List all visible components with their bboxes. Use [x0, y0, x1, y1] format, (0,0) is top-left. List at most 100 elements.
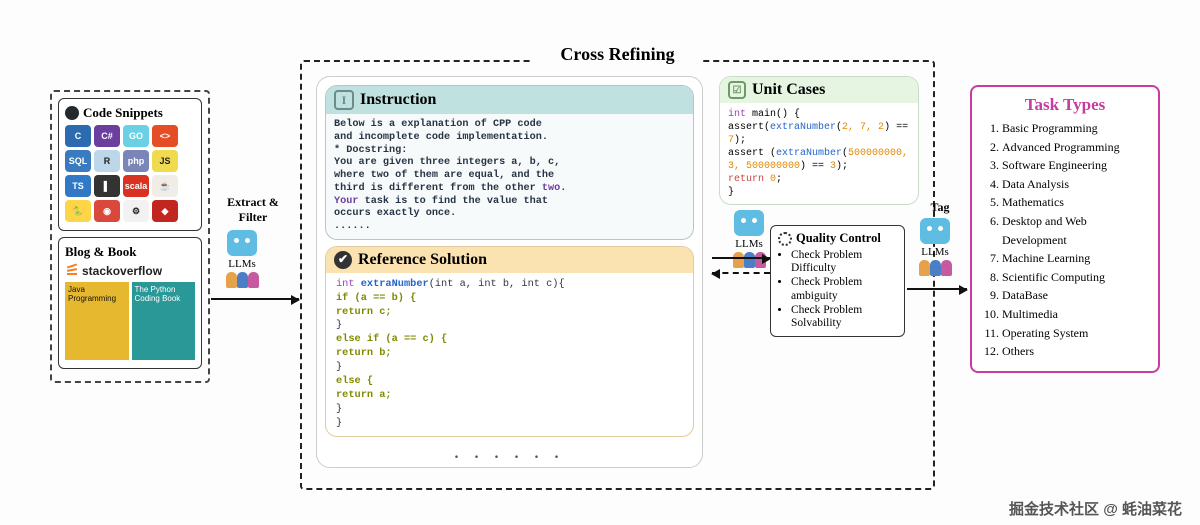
- llm-block-1: LLMs: [225, 230, 259, 290]
- card-dots: . . . . . .: [317, 445, 702, 463]
- instruction-title: Instruction: [360, 91, 436, 109]
- language-icon-grid: CC#GO<>SQLRphpJSTS▌scala☕🐍◉⚙◆: [65, 125, 195, 222]
- llm-block-3: LLMs: [918, 218, 952, 278]
- instruction-body: Below is a explanation of CPP code and i…: [326, 114, 693, 239]
- lang-icon-c: C: [65, 125, 91, 147]
- code-snippets-label: Code Snippets: [83, 105, 163, 121]
- arrow-to-qc: [712, 257, 770, 259]
- ref-line: return b;: [336, 347, 683, 361]
- uc-line: }: [728, 186, 910, 199]
- task-type-item: DataBase: [1002, 286, 1148, 305]
- ref-line: }: [336, 361, 683, 375]
- arrow-extract: [211, 298, 299, 300]
- instr-line: ......: [334, 221, 685, 234]
- ref-line: if (a == b) {: [336, 292, 683, 306]
- qc-list: Check Problem DifficultyCheck Problem am…: [778, 249, 897, 330]
- lang-icon-⚙: ⚙: [123, 200, 149, 222]
- uc-line: assert (extraNumber(500000000,: [728, 147, 910, 160]
- uc-line: return 0;: [728, 173, 910, 186]
- task-type-item: Multimedia: [1002, 305, 1148, 324]
- task-types-box: Task Types Basic ProgrammingAdvanced Pro…: [970, 85, 1160, 373]
- lang-icon-🐍: 🐍: [65, 200, 91, 222]
- gear-icon: [778, 232, 792, 246]
- ref-line: }: [336, 403, 683, 417]
- ref-line: else {: [336, 375, 683, 389]
- task-type-item: Others: [1002, 342, 1148, 361]
- task-type-item: Operating System: [1002, 324, 1148, 343]
- instr-line: occurs exactly once.: [334, 208, 685, 221]
- uc-line: 3, 500000000) == 3);: [728, 160, 910, 173]
- task-type-item: Desktop and Web Development: [1002, 212, 1148, 249]
- qc-item: Check Problem ambiguity: [791, 276, 897, 302]
- uc-line: int main() {: [728, 108, 910, 121]
- task-type-item: Data Analysis: [1002, 175, 1148, 194]
- extract-filter-label: Extract & Filter: [213, 195, 293, 225]
- instr-line: Your task is to find the value that: [334, 196, 685, 209]
- llms-label-2: LLMs: [732, 238, 766, 250]
- cross-refining-title: Cross Refining: [533, 44, 703, 65]
- robot-icon: [734, 210, 764, 236]
- ref-line: }: [336, 319, 683, 333]
- book-row: Java Programming The Python Coding Book: [65, 282, 195, 360]
- instr-line: and incomplete code implementation.: [334, 132, 685, 145]
- code-snippets-title: Code Snippets: [65, 105, 195, 121]
- task-type-item: Advanced Programming: [1002, 138, 1148, 157]
- people-icon: [918, 260, 952, 278]
- stackoverflow-icon: [65, 264, 79, 278]
- stackoverflow-logo: stackoverflow: [65, 264, 195, 278]
- lang-icon-◉: ◉: [94, 200, 120, 222]
- robot-icon: [227, 230, 257, 256]
- task-types-title: Task Types: [982, 95, 1148, 115]
- stackoverflow-text: stackoverflow: [82, 264, 162, 278]
- instr-line: Below is a explanation of CPP code: [334, 119, 685, 132]
- lang-icon-php: php: [123, 150, 149, 172]
- lang-icon-js: JS: [152, 150, 178, 172]
- task-type-item: Machine Learning: [1002, 249, 1148, 268]
- lang-icon-r: R: [94, 150, 120, 172]
- instr-line: You are given three integers a, b, c,: [334, 157, 685, 170]
- tag-label: Tag: [920, 200, 960, 215]
- task-type-item: Scientific Computing: [1002, 268, 1148, 287]
- robot-icon: [920, 218, 950, 244]
- ref-line: return a;: [336, 389, 683, 403]
- book-java: Java Programming: [65, 282, 129, 360]
- lang-icon-◆: ◆: [152, 200, 178, 222]
- reference-title: Reference Solution: [358, 251, 487, 269]
- sources-column: Code Snippets CC#GO<>SQLRphpJSTS▌scala☕🐍…: [50, 90, 210, 383]
- blog-book-box: Blog & Book stackoverflow Java Programmi…: [58, 237, 202, 369]
- ref-line: else if (a == c) {: [336, 333, 683, 347]
- quality-control-box: Quality Control Check Problem Difficulty…: [770, 225, 905, 337]
- qc-item: Check Problem Difficulty: [791, 249, 897, 275]
- blog-book-label: Blog & Book: [65, 244, 137, 260]
- arrow-tag: [907, 288, 967, 290]
- github-icon: [65, 106, 79, 120]
- lang-icon-<>: <>: [152, 125, 178, 147]
- lang-icon-go: GO: [123, 125, 149, 147]
- watermark: 掘金技术社区 @ 蚝油菜花: [1009, 498, 1182, 519]
- list-icon: ☑: [728, 81, 746, 99]
- cards-wrap: I Instruction Below is a explanation of …: [316, 76, 703, 468]
- llms-label-1: LLMs: [225, 258, 259, 270]
- lang-icon-scala: scala: [123, 175, 149, 197]
- ref-line: int extraNumber(int a, int b, int c){: [336, 278, 683, 292]
- task-type-item: Software Engineering: [1002, 156, 1148, 175]
- llms-label-3: LLMs: [918, 246, 952, 258]
- task-type-item: Mathematics: [1002, 193, 1148, 212]
- unit-cases-title: Unit Cases: [752, 81, 825, 99]
- people-icon: [732, 252, 766, 270]
- arrow-from-qc: [712, 272, 770, 274]
- code-snippets-box: Code Snippets CC#GO<>SQLRphpJSTS▌scala☕🐍…: [58, 98, 202, 231]
- lang-icon-☕: ☕: [152, 175, 178, 197]
- instr-line: * Docstring:: [334, 145, 685, 158]
- unit-cases-header: ☑ Unit Cases: [720, 77, 918, 103]
- qc-title: Quality Control: [796, 231, 881, 246]
- book-python: The Python Coding Book: [132, 282, 196, 360]
- uc-line: assert(extraNumber(2, 7, 2) == 7);: [728, 121, 910, 147]
- check-icon: ✔: [334, 251, 352, 269]
- task-types-list: Basic ProgrammingAdvanced ProgrammingSof…: [982, 119, 1148, 361]
- instruction-icon: I: [334, 90, 354, 110]
- blog-book-title: Blog & Book: [65, 244, 195, 260]
- reference-body: int extraNumber(int a, int b, int c){ if…: [326, 273, 693, 436]
- unit-cases-body: int main() { assert(extraNumber(2, 7, 2)…: [720, 103, 918, 204]
- ref-line: }: [336, 417, 683, 431]
